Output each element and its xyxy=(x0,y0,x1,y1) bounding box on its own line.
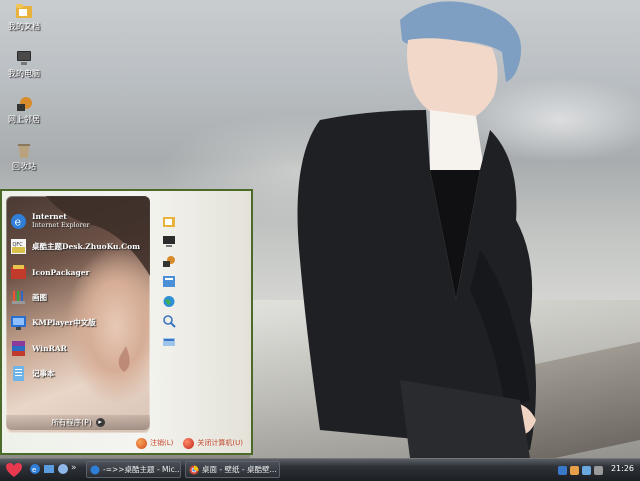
all-programs-button[interactable]: 所有程序(P) ▸ xyxy=(6,415,150,430)
menu-item-winrar[interactable]: WinRAR xyxy=(10,338,146,358)
iconpackager-icon xyxy=(11,264,26,279)
menu-item-title: WinRAR xyxy=(32,343,67,353)
shutdown-label: 关闭计算机(U) xyxy=(197,439,243,447)
control-panel-icon[interactable] xyxy=(162,275,176,288)
desktop-icon-label: 网上邻居 xyxy=(8,115,40,124)
start-button[interactable] xyxy=(4,461,24,479)
computer-icon xyxy=(17,51,31,65)
search-icon[interactable] xyxy=(162,315,176,328)
computer-icon[interactable] xyxy=(162,235,176,248)
taskbar-button-label: 桌面 - 壁纸 - 桌酷壁... xyxy=(202,465,277,474)
menu-item-title: IconPackager xyxy=(32,267,90,277)
zhuoku-icon: QFC xyxy=(11,238,26,254)
menu-item-notepad[interactable]: 记事本 xyxy=(10,363,146,383)
logoff-label: 注销(L) xyxy=(150,439,174,447)
desktop-icon-my-documents[interactable]: 我的文档 xyxy=(2,3,46,32)
svg-text:e: e xyxy=(32,466,36,474)
taskbar: e » -=>>桌酷主题 - Mic... 桌面 - 壁纸 - 桌酷壁... 2… xyxy=(0,458,640,481)
menu-item-iconpackager[interactable]: IconPackager xyxy=(10,262,146,282)
taskbar-button-ie[interactable]: -=>>桌酷主题 - Mic... xyxy=(86,461,181,478)
notepad-icon xyxy=(13,365,24,381)
menu-item-title: 桌酷主题Desk.ZhuoKu.Com xyxy=(32,241,141,251)
desktop-icon-label: 回收站 xyxy=(12,162,36,171)
kmplayer-icon xyxy=(11,315,26,330)
desktop-icon-network[interactable]: 网上邻居 xyxy=(2,96,46,125)
svg-text:QFC: QFC xyxy=(13,242,24,248)
tray-network-icon[interactable] xyxy=(582,465,591,475)
quicklaunch-media-icon[interactable] xyxy=(57,463,69,475)
logoff-button[interactable]: 注销(L) xyxy=(136,437,174,449)
menu-item-paint[interactable]: 画图 xyxy=(10,287,146,307)
winrar-icon xyxy=(12,340,25,356)
tray-volume-icon[interactable] xyxy=(594,465,603,475)
taskbar-button-chrome[interactable]: 桌面 - 壁纸 - 桌酷壁... xyxy=(185,461,280,478)
taskbar-button-label: -=>>桌酷主题 - Mic... xyxy=(103,465,181,474)
shutdown-button[interactable]: 关闭计算机(U) xyxy=(183,437,243,449)
desktop-icon-label: 我的文档 xyxy=(8,22,40,31)
folder-icon xyxy=(16,4,32,18)
taskbar-clock[interactable]: 21:26 xyxy=(611,464,634,473)
menu-item-subtitle: Internet Explorer xyxy=(32,221,90,229)
start-menu: e Internet Internet Explorer QFC 桌酷主题Des… xyxy=(0,189,253,455)
network-icon xyxy=(17,97,32,111)
power-icon xyxy=(183,437,195,449)
menu-item-kmplayer[interactable]: KMPlayer中文版 xyxy=(10,312,146,332)
documents-icon[interactable] xyxy=(162,215,176,228)
desktop-icon-label: 我的电脑 xyxy=(8,69,40,78)
svg-text:e: e xyxy=(15,215,22,228)
tray-arrow-icon[interactable] xyxy=(558,465,567,475)
paint-icon xyxy=(12,290,25,304)
menu-item-title: Internet xyxy=(32,212,67,221)
desktop-icon-my-computer[interactable]: 我的电脑 xyxy=(2,50,46,79)
recycle-bin-icon xyxy=(18,144,30,158)
start-menu-footer: 注销(L) 关闭计算机(U) xyxy=(2,433,251,453)
network-icon[interactable] xyxy=(162,255,176,268)
run-icon[interactable] xyxy=(162,335,176,348)
menu-item-title: 画图 xyxy=(32,292,47,302)
quicklaunch-desktop-icon[interactable] xyxy=(43,463,55,475)
ie-task-icon xyxy=(90,465,100,474)
menu-item-zhuoku[interactable]: QFC 桌酷主题Desk.ZhuoKu.Com xyxy=(10,236,146,256)
logoff-icon xyxy=(136,437,148,449)
arrow-right-icon: ▸ xyxy=(95,418,105,427)
ie-icon: e xyxy=(11,213,26,229)
all-programs-label: 所有程序(P) xyxy=(51,418,92,427)
menu-item-title: KMPlayer中文版 xyxy=(32,317,96,327)
desktop-icon-recycle-bin[interactable]: 回收站 xyxy=(2,143,46,172)
globe-icon[interactable] xyxy=(162,295,176,308)
quicklaunch-ie-icon[interactable]: e xyxy=(29,463,41,475)
wallpaper-person xyxy=(297,1,536,458)
start-menu-places xyxy=(162,215,182,355)
tray-app-icon[interactable] xyxy=(570,465,579,475)
chrome-task-icon xyxy=(189,465,199,474)
quicklaunch-expand-icon[interactable]: » xyxy=(71,463,77,473)
menu-item-title: 记事本 xyxy=(32,368,55,378)
menu-item-internet-explorer[interactable]: e Internet Internet Explorer xyxy=(10,211,146,231)
